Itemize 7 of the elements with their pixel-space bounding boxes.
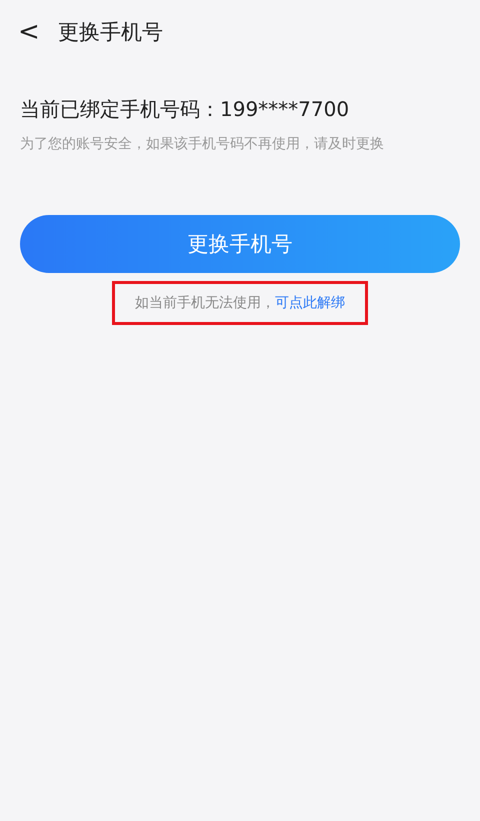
security-hint: 为了您的账号安全，如果该手机号码不再使用，请及时更换 <box>20 135 385 153</box>
page-title: 更换手机号 <box>58 19 163 46</box>
unbind-note: 如当前手机无法使用， <box>135 294 275 312</box>
change-phone-button[interactable]: 更换手机号 <box>20 215 460 273</box>
unbind-link[interactable]: 可点此解绑 <box>275 294 345 312</box>
bound-phone-label: 当前已绑定手机号码：199****7700 <box>20 96 350 123</box>
back-button[interactable]: < <box>18 19 40 45</box>
